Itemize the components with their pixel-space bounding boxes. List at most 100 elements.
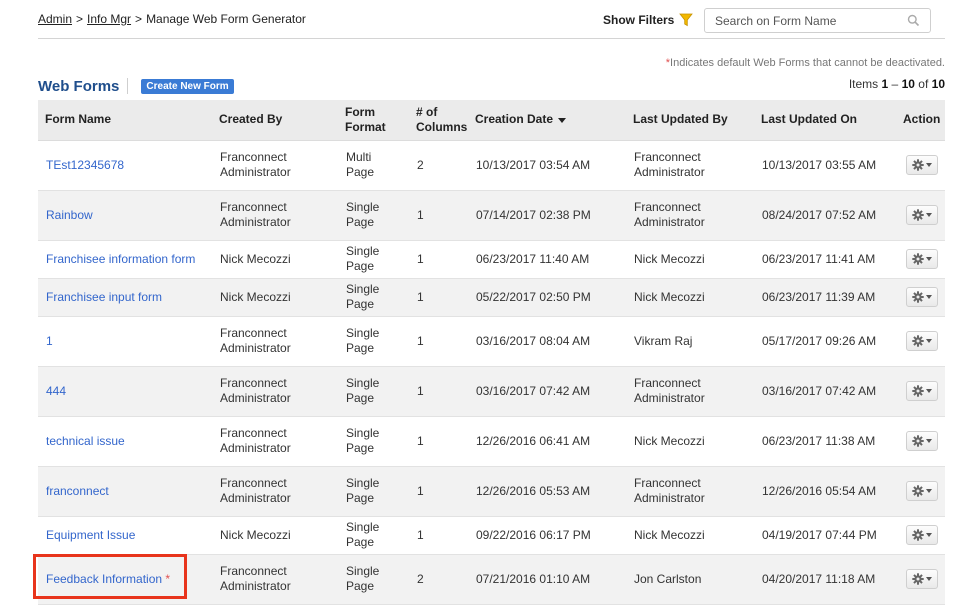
chevron-down-icon	[926, 213, 932, 217]
cell-form-name: franconnect	[38, 466, 212, 517]
cell-last-updated-on: 06/23/2017 11:41 AM	[754, 240, 896, 279]
cell-form-format: Single Page	[338, 316, 409, 367]
action-menu-button[interactable]	[906, 287, 938, 307]
breadcrumb-separator: >	[135, 12, 143, 26]
cell-action	[896, 516, 945, 555]
form-name-link[interactable]: franconnect	[46, 484, 109, 498]
cell-action	[896, 278, 945, 317]
cell-last-updated-on: 08/24/2017 07:52 AM	[754, 190, 896, 241]
cell-created-by: Nick Mecozzi	[212, 278, 338, 317]
column-header-creation-date[interactable]: Creation Date	[468, 100, 626, 141]
action-menu-button[interactable]	[906, 481, 938, 501]
chevron-down-icon	[926, 577, 932, 581]
action-menu-button[interactable]	[906, 569, 938, 589]
chevron-down-icon	[926, 257, 932, 261]
cell-columns: 1	[409, 278, 468, 317]
action-menu-button[interactable]	[906, 431, 938, 451]
gear-icon	[912, 529, 924, 541]
cell-created-by: Franconnect Administrator	[212, 190, 338, 241]
gear-icon	[912, 485, 924, 497]
table-row: TEst12345678 Franconnect Administrator Mul…	[38, 140, 945, 191]
cell-last-updated-on: 03/16/2017 07:42 AM	[754, 366, 896, 417]
web-forms-table: Form Name Created By Form Format # of Co…	[38, 100, 945, 605]
breadcrumb-admin-link[interactable]: Admin	[38, 12, 72, 26]
action-menu-button[interactable]	[906, 249, 938, 269]
cell-creation-date: 03/16/2017 07:42 AM	[468, 366, 626, 417]
action-menu-button[interactable]	[906, 381, 938, 401]
cell-creation-date: 12/26/2016 06:41 AM	[468, 416, 626, 467]
form-name-link[interactable]: TEst12345678	[46, 158, 124, 172]
items-count-prefix: Items	[848, 77, 879, 91]
cell-creation-date: 03/16/2017 08:04 AM	[468, 316, 626, 367]
cell-last-updated-by: Franconnect Administrator	[626, 466, 754, 517]
cell-action	[896, 316, 945, 367]
search-box	[704, 8, 931, 33]
cell-form-format: Single Page	[338, 278, 409, 317]
sort-desc-icon	[558, 117, 567, 123]
items-count: Items 1 – 10 of 10	[849, 77, 945, 91]
create-new-form-button[interactable]: Create New Form	[141, 78, 234, 94]
form-name-link[interactable]: Equipment Issue	[46, 528, 135, 542]
search-input[interactable]	[705, 9, 895, 32]
cell-created-by: Franconnect Administrator	[212, 554, 338, 605]
items-count-from: 1	[881, 77, 889, 91]
show-filters-button[interactable]: Show Filters	[603, 10, 694, 30]
chevron-down-icon	[926, 533, 932, 537]
cell-columns: 2	[409, 554, 468, 605]
form-name-link[interactable]: Franchisee input form	[46, 290, 162, 304]
action-menu-button[interactable]	[906, 331, 938, 351]
cell-form-format: Single Page	[338, 190, 409, 241]
cell-form-format: Single Page	[338, 240, 409, 279]
cell-columns: 1	[409, 516, 468, 555]
gear-icon	[912, 335, 924, 347]
form-name-link[interactable]: Rainbow	[46, 208, 93, 222]
cell-last-updated-on: 10/13/2017 03:55 AM	[754, 140, 896, 191]
gear-icon	[912, 253, 924, 265]
breadcrumb-info-mgr-link[interactable]: Info Mgr	[87, 12, 131, 26]
cell-last-updated-by: Vikram Raj	[626, 316, 754, 367]
form-name-link[interactable]: technical issue	[46, 434, 125, 448]
cell-form-name: 444	[38, 366, 212, 417]
creation-date-label: Creation Date	[475, 112, 554, 127]
cell-creation-date: 05/22/2017 02:50 PM	[468, 278, 626, 317]
action-menu-button[interactable]	[906, 155, 938, 175]
cell-last-updated-by: Jon Carlston	[626, 554, 754, 605]
search-icon[interactable]	[907, 14, 920, 27]
form-name-link[interactable]: 444	[46, 384, 66, 398]
table-row: 1 Franconnect Administrator Single Page 1 03…	[38, 316, 945, 367]
gear-icon	[912, 209, 924, 221]
cell-last-updated-by: Nick Mecozzi	[626, 416, 754, 467]
breadcrumb-current: Manage Web Form Generator	[146, 12, 306, 26]
cell-creation-date: 07/14/2017 02:38 PM	[468, 190, 626, 241]
cell-last-updated-on: 04/19/2017 07:44 PM	[754, 516, 896, 555]
cell-creation-date: 10/13/2017 03:54 AM	[468, 140, 626, 191]
cell-action	[896, 554, 945, 605]
chevron-down-icon	[926, 295, 932, 299]
items-count-dash: –	[891, 77, 899, 91]
cell-created-by: Franconnect Administrator	[212, 466, 338, 517]
cell-created-by: Franconnect Administrator	[212, 366, 338, 417]
cell-creation-date: 12/26/2016 05:53 AM	[468, 466, 626, 517]
chevron-down-icon	[926, 439, 932, 443]
cell-last-updated-by: Franconnect Administrator	[626, 190, 754, 241]
cell-form-format: Single Page	[338, 554, 409, 605]
items-count-of: of	[918, 77, 929, 91]
cell-last-updated-by: Nick Mecozzi	[626, 278, 754, 317]
cell-columns: 1	[409, 190, 468, 241]
gear-icon	[912, 291, 924, 303]
cell-last-updated-by: Nick Mecozzi	[626, 516, 754, 555]
action-menu-button[interactable]	[906, 525, 938, 545]
form-name-link[interactable]: 1	[46, 334, 53, 348]
action-menu-button[interactable]	[906, 205, 938, 225]
form-name-link[interactable]: Franchisee information form	[46, 252, 195, 266]
cell-form-name: Rainbow	[38, 190, 212, 241]
table-row: 444 Franconnect Administrator Single Page 1…	[38, 366, 945, 417]
form-name-link[interactable]: Feedback Information	[46, 572, 162, 586]
cell-columns: 1	[409, 240, 468, 279]
note-text: Indicates default Web Forms that cannot …	[670, 57, 945, 69]
gear-icon	[912, 435, 924, 447]
cell-form-name: technical issue	[38, 416, 212, 467]
cell-created-by: Nick Mecozzi	[212, 516, 338, 555]
table-row: Franchisee information form Nick Mecozzi S…	[38, 240, 945, 279]
default-forms-note: *Indicates default Web Forms that cannot…	[666, 57, 945, 69]
